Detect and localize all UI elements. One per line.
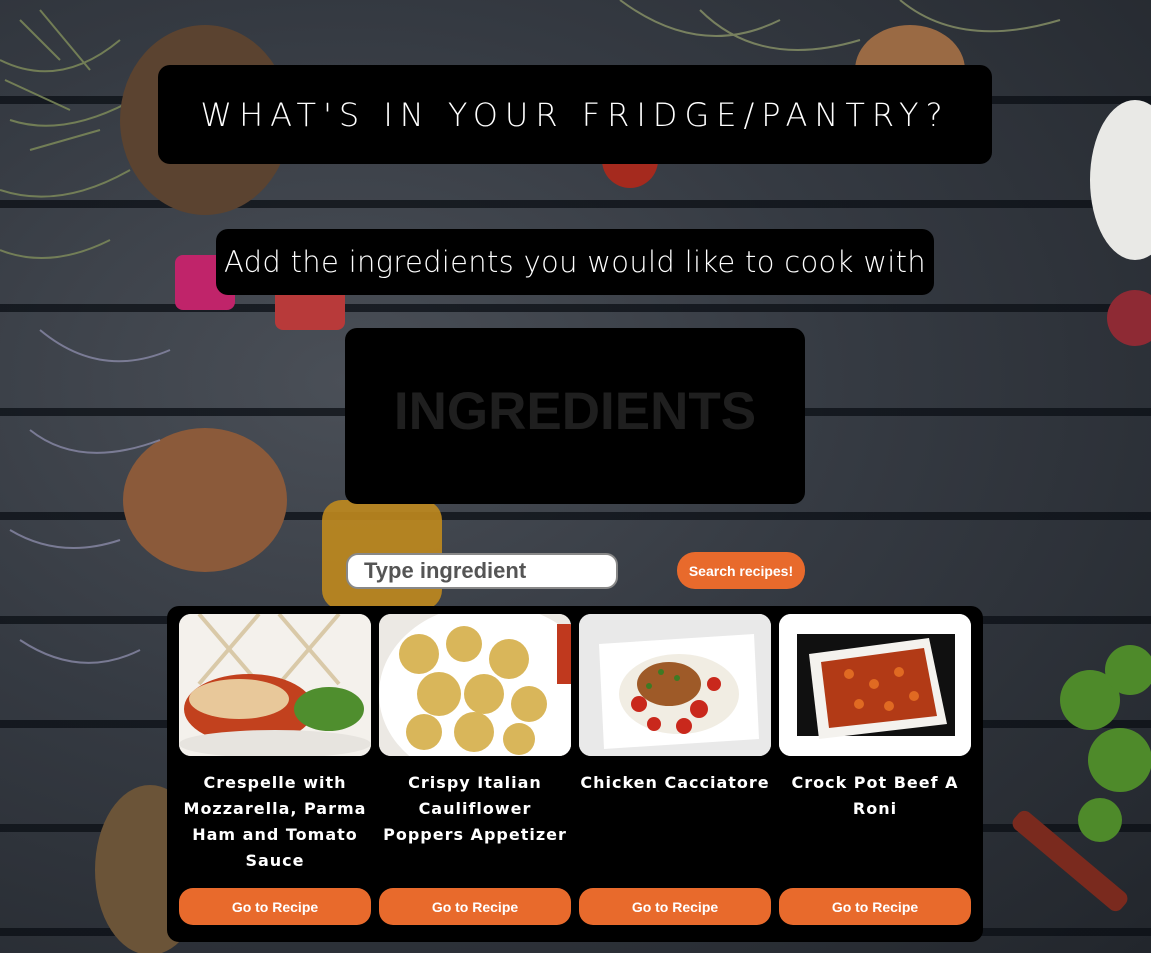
title-banner: WHAT'S IN YOUR FRIDGE/PANTRY? (158, 65, 992, 164)
page-title: WHAT'S IN YOUR FRIDGE/PANTRY? (200, 95, 950, 134)
recipe-card: Crespelle with Mozzarella, Parma Ham and… (179, 614, 371, 932)
go-to-recipe-button[interactable]: Go to Recipe (579, 888, 771, 925)
recipe-name: Crock Pot Beef A Roni (791, 773, 959, 818)
page-subtitle: Add the ingredients you would like to co… (224, 245, 926, 279)
ingredient-input[interactable] (346, 553, 618, 589)
recipe-card: Chicken Cacciatore Go to Recipe (579, 614, 771, 932)
recipe-image[interactable] (179, 614, 371, 756)
recipe-image[interactable] (779, 614, 971, 756)
recipe-card: Crispy Italian Cauliflower Poppers Appet… (379, 614, 571, 932)
recipe-image[interactable] (579, 614, 771, 756)
recipe-name: Crispy Italian Cauliflower Poppers Appet… (383, 773, 567, 844)
recipe-results: Crespelle with Mozzarella, Parma Ham and… (167, 606, 983, 942)
ingredients-panel: INGREDIENTS (345, 328, 805, 504)
search-recipes-button[interactable]: Search recipes! (677, 552, 805, 589)
go-to-recipe-button[interactable]: Go to Recipe (379, 888, 571, 925)
ingredients-heading: INGREDIENTS (393, 381, 757, 441)
recipe-name: Chicken Cacciatore (580, 773, 770, 792)
go-to-recipe-button[interactable]: Go to Recipe (179, 888, 371, 925)
recipe-name: Crespelle with Mozzarella, Parma Ham and… (183, 773, 367, 870)
go-to-recipe-button[interactable]: Go to Recipe (779, 888, 971, 925)
subtitle-banner: Add the ingredients you would like to co… (216, 229, 934, 295)
recipe-card: Crock Pot Beef A Roni Go to Recipe (779, 614, 971, 932)
recipe-image[interactable] (379, 614, 571, 756)
